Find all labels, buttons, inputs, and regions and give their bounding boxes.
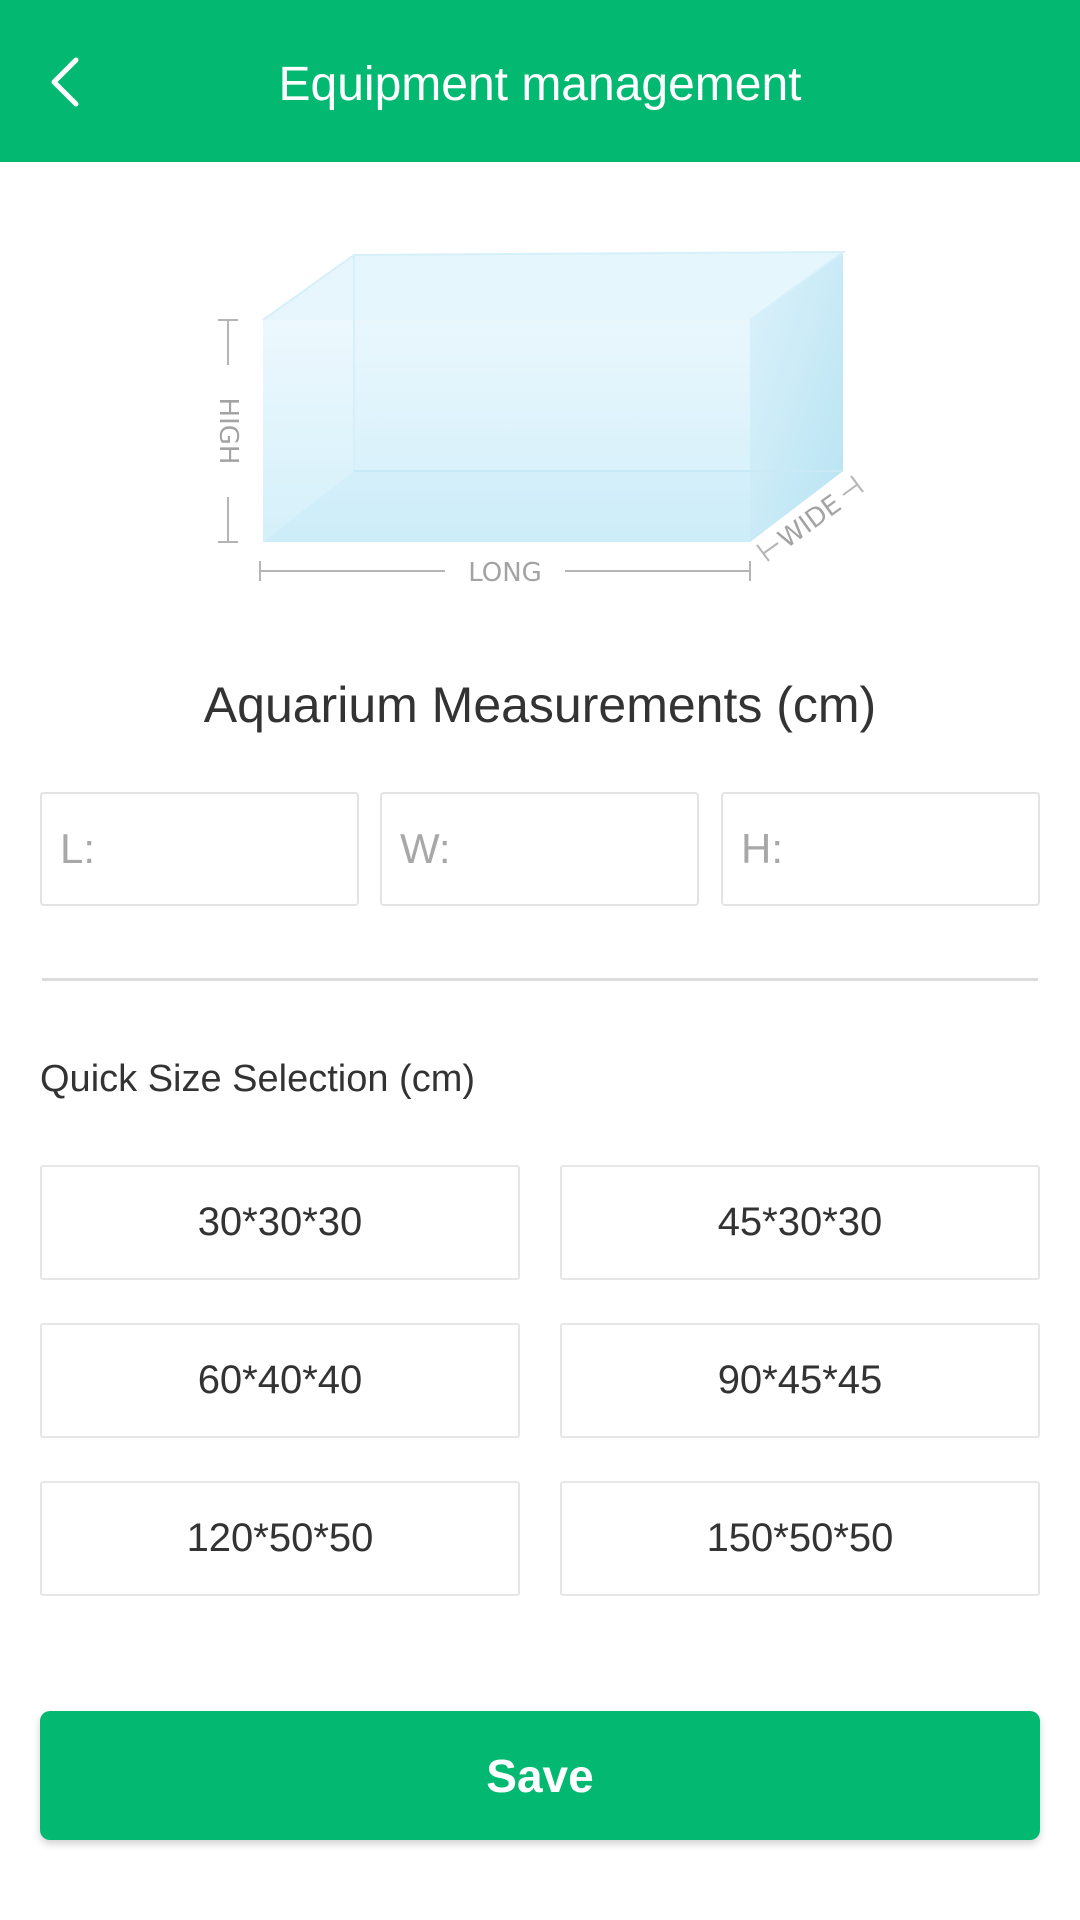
- back-button[interactable]: [30, 46, 102, 118]
- width-input[interactable]: [380, 792, 699, 906]
- equipment-management-screen: Equipment management HIGH LONG WIDE Aqua…: [0, 0, 1080, 1920]
- tank-front-face: [263, 320, 750, 542]
- size-option-button[interactable]: 45*30*30: [560, 1165, 1040, 1280]
- dimension-inputs: [40, 792, 1040, 906]
- quick-size-title: Quick Size Selection (cm): [40, 1058, 476, 1100]
- length-input[interactable]: [40, 792, 359, 906]
- divider: [42, 978, 1038, 981]
- app-header: Equipment management: [0, 0, 1080, 162]
- size-option-button[interactable]: 120*50*50: [40, 1481, 520, 1596]
- tank-top-face: [263, 252, 843, 320]
- height-input[interactable]: [721, 792, 1040, 906]
- size-option-button[interactable]: 30*30*30: [40, 1165, 520, 1280]
- long-dimension: LONG: [259, 558, 751, 588]
- aquarium-diagram: HIGH LONG WIDE: [213, 250, 864, 588]
- save-button[interactable]: Save: [40, 1711, 1040, 1840]
- high-label: HIGH: [213, 398, 243, 465]
- size-option-button[interactable]: 60*40*40: [40, 1323, 520, 1438]
- high-dimension: HIGH: [213, 319, 243, 543]
- size-option-button[interactable]: 150*50*50: [560, 1481, 1040, 1596]
- size-option-button[interactable]: 90*45*45: [560, 1323, 1040, 1438]
- page-title: Equipment management: [278, 58, 802, 111]
- measurements-title: Aquarium Measurements (cm): [203, 677, 877, 733]
- chevron-left-icon: [51, 57, 79, 107]
- long-label: LONG: [468, 558, 542, 588]
